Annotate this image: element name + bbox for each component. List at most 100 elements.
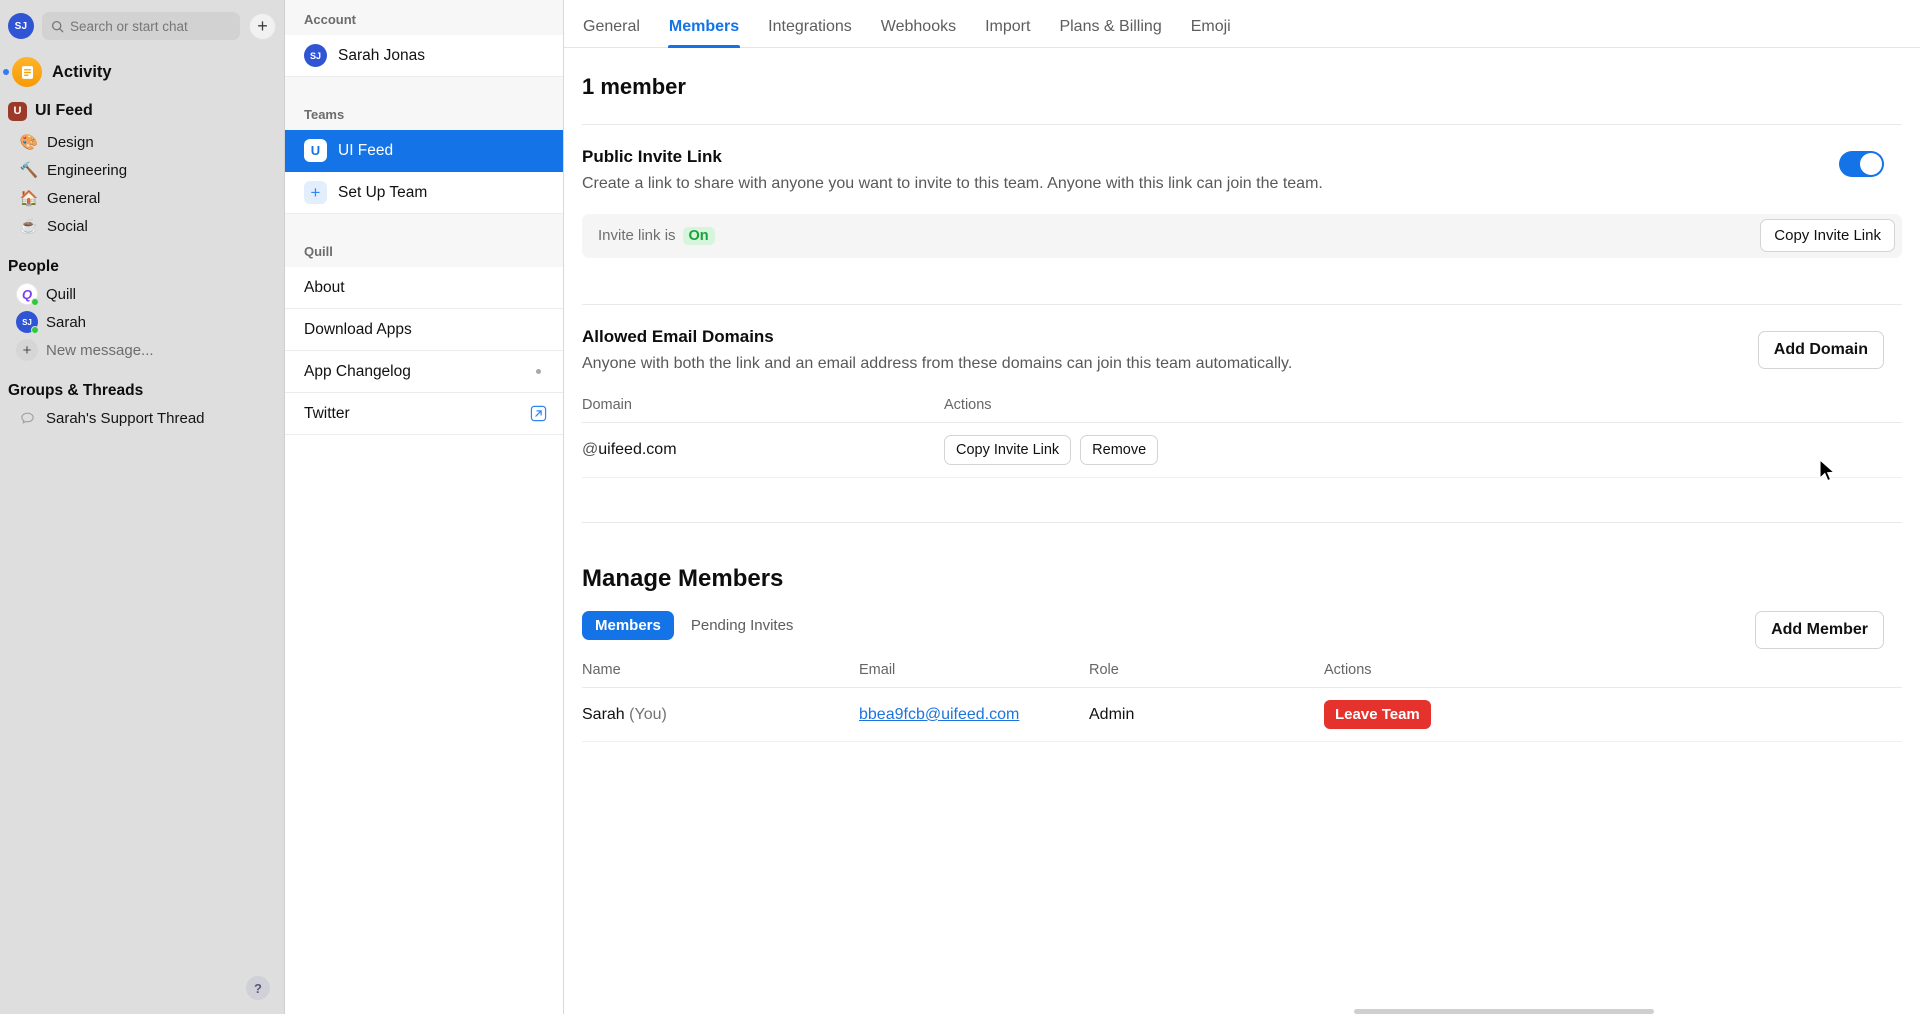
table-header-row: Name Email Role Actions <box>582 662 1902 689</box>
search-placeholder-text: Search or start chat <box>70 18 188 34</box>
tab-integrations[interactable]: Integrations <box>767 18 853 47</box>
sidebar-item-label: Social <box>47 217 88 235</box>
add-member-button[interactable]: Add Member <box>1755 611 1884 650</box>
sidebar-item-social[interactable]: ☕ Social <box>0 212 284 240</box>
cell-role: Admin <box>1089 687 1324 743</box>
tab-webhooks[interactable]: Webhooks <box>880 18 957 47</box>
panel-item-about[interactable]: About <box>285 267 563 309</box>
page-title: 1 member <box>582 74 686 99</box>
domain-value: uifeed.com <box>598 441 677 459</box>
panel-item-twitter[interactable]: Twitter <box>285 393 563 435</box>
member-name-suffix: (You) <box>629 705 667 723</box>
section-title: Allowed Email Domains <box>582 326 774 346</box>
members-segmented-control: Members Pending Invites Add Member <box>582 611 1902 650</box>
unread-dot <box>536 369 541 374</box>
online-status-dot <box>31 298 39 306</box>
section-description: Anyone with both the link and an email a… <box>582 354 1293 372</box>
search-input[interactable]: Search or start chat <box>42 12 240 40</box>
panel-item-download-apps[interactable]: Download Apps <box>285 309 563 351</box>
table-row: Sarah (You) bbea9fcb@uifeed.com Admin Le… <box>582 687 1902 743</box>
tab-general[interactable]: General <box>582 18 641 47</box>
section-title: Manage Members <box>582 565 784 593</box>
members-table: Name Email Role Actions Sarah (You) bbea… <box>582 662 1902 743</box>
activity-label: Activity <box>52 62 112 81</box>
unread-dot <box>3 69 9 75</box>
left-sidebar: SJ Search or start chat + Activity U UI … <box>0 0 285 1014</box>
copy-invite-link-row-button[interactable]: Copy Invite Link <box>944 435 1072 466</box>
tab-members[interactable]: Members <box>667 18 741 48</box>
panel-item-set-up-team[interactable]: + Set Up Team <box>285 172 563 214</box>
sidebar-item-support-thread[interactable]: Sarah's Support Thread <box>0 404 284 432</box>
sidebar-section-people: People <box>8 258 59 275</box>
team-badge: U <box>8 101 27 121</box>
panel-item-label: Sarah Jonas <box>338 46 426 64</box>
sidebar-item-label: Sarah's Support Thread <box>46 409 205 427</box>
sidebar-section-groups-threads: Groups & Threads <box>8 382 144 399</box>
sidebar-item-label: Engineering <box>47 161 128 179</box>
cell-name: Sarah (You) <box>582 687 859 743</box>
public-invite-link-section: Public Invite Link Create a link to shar… <box>582 125 1902 258</box>
remove-domain-button[interactable]: Remove <box>1080 435 1159 466</box>
avatar[interactable]: SJ <box>8 13 34 39</box>
leave-team-button[interactable]: Leave Team <box>1324 700 1431 730</box>
tab-plans-billing[interactable]: Plans & Billing <box>1058 18 1162 47</box>
coffee-icon: ☕ <box>19 218 39 235</box>
cell-actions: Leave Team <box>1324 687 1902 743</box>
sidebar-item-engineering[interactable]: 🔨 Engineering <box>0 156 284 184</box>
sidebar-item-design[interactable]: 🎨 Design <box>0 128 284 156</box>
panel-item-app-changelog[interactable]: App Changelog <box>285 351 563 393</box>
sidebar-header: SJ Search or start chat + <box>0 0 284 46</box>
panel-item-account[interactable]: SJ Sarah Jonas <box>285 35 563 77</box>
team-name: UI Feed <box>35 102 93 119</box>
column-header-actions: Actions <box>1324 662 1902 689</box>
column-header-actions: Actions <box>944 397 1902 424</box>
team-badge: U <box>304 139 327 162</box>
plus-icon: + <box>16 339 38 361</box>
settings-content: 1 member Public Invite Link Create a lin… <box>564 74 1920 743</box>
avatar: SJ <box>16 311 39 334</box>
horizontal-scrollbar[interactable] <box>1354 1009 1654 1014</box>
cell-domain: @uifeed.com <box>582 422 944 479</box>
add-domain-button[interactable]: Add Domain <box>1757 330 1884 369</box>
public-invite-link-toggle[interactable] <box>1839 151 1884 177</box>
sidebar-item-activity[interactable]: Activity <box>0 50 284 94</box>
panel-item-label: UI Feed <box>338 141 394 159</box>
cell-actions: Copy Invite Link Remove <box>944 422 1902 479</box>
house-icon: 🏠 <box>19 190 39 207</box>
search-icon <box>51 20 64 32</box>
panel-divider <box>285 214 563 232</box>
sidebar-item-quill[interactable]: Q Quill <box>0 280 284 308</box>
sidebar-item-label: Design <box>47 133 94 151</box>
plus-icon: + <box>304 181 327 204</box>
online-status-dot <box>31 326 39 334</box>
tab-emoji[interactable]: Emoji <box>1190 18 1232 47</box>
invite-link-status: Invite link is On <box>598 226 715 245</box>
domain-prefix: @ <box>582 441 599 459</box>
invite-status-prefix: Invite link is <box>598 227 676 245</box>
help-button[interactable]: ? <box>246 976 270 1000</box>
cell-email: bbea9fcb@uifeed.com <box>859 687 1089 743</box>
panel-item-label: App Changelog <box>304 362 411 380</box>
table-header-row: Domain Actions <box>582 397 1902 424</box>
sidebar-item-label: General <box>47 189 101 207</box>
new-message-button[interactable]: + New message... <box>0 336 284 364</box>
tab-import[interactable]: Import <box>984 18 1031 47</box>
panel-section-teams: Teams <box>285 95 563 130</box>
sidebar-item-sarah[interactable]: SJ Sarah <box>0 308 284 336</box>
segment-pending-invites[interactable]: Pending Invites <box>678 611 807 640</box>
panel-section-account: Account <box>285 0 563 35</box>
column-header-role: Role <box>1089 662 1324 689</box>
sidebar-team-header[interactable]: U UI Feed <box>0 94 284 128</box>
new-chat-button[interactable]: + <box>249 12 276 40</box>
sidebar-item-general[interactable]: 🏠 General <box>0 184 284 212</box>
avatar: SJ <box>304 44 327 67</box>
member-email-link[interactable]: bbea9fcb@uifeed.com <box>859 706 1019 723</box>
panel-item-team-ui-feed[interactable]: U UI Feed <box>285 130 563 172</box>
panel-divider <box>285 77 563 95</box>
panel-item-label: Twitter <box>304 404 350 422</box>
manage-members-section: Manage Members Members Pending Invites A… <box>582 523 1902 743</box>
copy-invite-link-button[interactable]: Copy Invite Link <box>1760 219 1895 253</box>
panel-item-label: Download Apps <box>304 320 412 338</box>
invite-link-status-bar: Invite link is On Copy Invite Link <box>582 213 1902 258</box>
segment-members[interactable]: Members <box>582 611 674 641</box>
